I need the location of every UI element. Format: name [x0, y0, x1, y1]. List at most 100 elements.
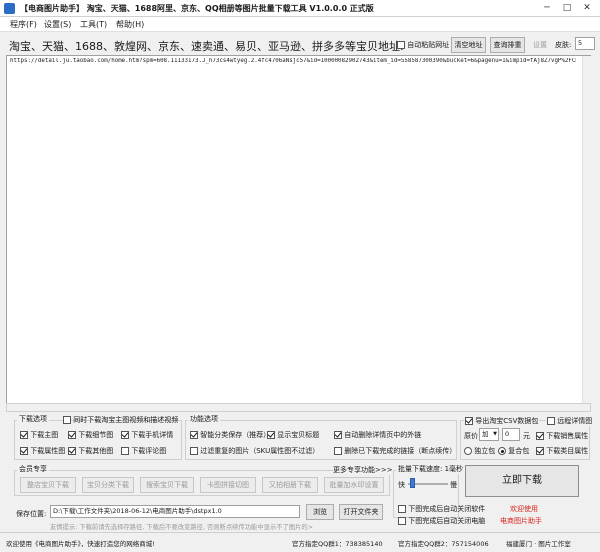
auto-paste-label: 自动粘贴网址	[407, 41, 450, 49]
combined-pack-radio[interactable]	[498, 447, 506, 455]
member-title: 会员专享	[17, 464, 49, 474]
fn-title-checkbox[interactable]	[267, 431, 275, 439]
member-watermark-button[interactable]: 批量加水印设置	[324, 477, 384, 493]
dedupe-button[interactable]: 查询排重	[490, 37, 525, 53]
menu-settings[interactable]: 设置(S)	[44, 19, 71, 30]
minimize-button[interactable]: ─	[540, 2, 554, 14]
status-bar: 欢迎使用《电商图片助手》，快速打造您的网络商城! 官方指定QQ群1：738385…	[0, 532, 600, 552]
fn-smart-checkbox[interactable]	[190, 431, 198, 439]
member-category-download-button[interactable]: 宝贝分类下载	[82, 477, 134, 493]
member-search-download-button[interactable]: 搜索宝贝下载	[140, 477, 194, 493]
dl-detail-checkbox[interactable]	[68, 431, 76, 439]
auto-shutdown-label: 下图完成后自动关闭电脑	[408, 517, 486, 525]
member-shop-download-button[interactable]: 整店宝贝下载	[20, 477, 76, 493]
dl-option-mobile[interactable]: 下载手机详情	[121, 430, 173, 440]
save-path-value: D:\下载\工作文件夹\2018-06-12\电商图片助手\dstpx1.0	[53, 507, 222, 515]
fn-option-delete-done[interactable]: 删除已下载完成的链接（断点续传）	[334, 446, 456, 456]
price-input[interactable]: 0	[502, 428, 520, 441]
menu-program[interactable]: 程序(F)	[10, 19, 37, 30]
horizontal-scrollbar[interactable]	[6, 403, 591, 412]
dl-detail-label: 下载细节图	[78, 431, 114, 439]
save-tip-text: 友情提示: 下载前请先选择存路径, 下载后不要改变路径, 否则断点续传功能中显示…	[50, 524, 313, 531]
member-stitch-button[interactable]: 卡图拼接切图	[200, 477, 256, 493]
category-attr-option[interactable]: 下载类目属性	[536, 446, 588, 456]
fn-option-remove-links[interactable]: 自动删除详情页中的外链	[334, 430, 421, 440]
csv-export-option[interactable]: 导出淘宝CSV数据包	[464, 416, 540, 426]
csv-export-checkbox[interactable]	[465, 417, 473, 425]
fn-delete-done-checkbox[interactable]	[334, 447, 342, 455]
price-label: 原价	[464, 432, 478, 440]
dl-review-checkbox[interactable]	[121, 447, 129, 455]
welcome-line2: 电商图片助手	[500, 517, 542, 525]
open-folder-button[interactable]: 打开文件夹	[339, 504, 383, 520]
title-bar: 【电商图片助手】 淘宝、天猫、1688阿里、京东、QQ相册等图片批量下载工具 V…	[0, 0, 600, 17]
auto-paste-checkbox[interactable]	[397, 41, 405, 49]
fn-option-smart[interactable]: 智能分类保存（推荐）	[190, 430, 270, 440]
clear-address-button[interactable]: 清空地址	[451, 37, 486, 53]
settings-button[interactable]: 设置	[533, 40, 547, 50]
auto-close-app-option[interactable]: 下图完成后自动关闭软件	[398, 504, 485, 514]
remote-detail-option[interactable]: 远程详情图	[546, 416, 594, 426]
fn-remove-links-checkbox[interactable]	[334, 431, 342, 439]
menu-help[interactable]: 帮助(H)	[116, 19, 144, 30]
status-qq2: 官方指定QQ群2：757154006	[398, 540, 489, 548]
url-textarea[interactable]: https://detail.ju.taobao.com/home.htm?sp…	[6, 55, 591, 405]
auto-close-app-label: 下图完成后自动关闭软件	[408, 505, 486, 513]
auto-shutdown-option[interactable]: 下图完成后自动关闭电脑	[398, 516, 485, 526]
sync-video-option[interactable]: 同时下载淘宝主图视频和描述视频	[63, 415, 178, 425]
price-op-value: 加	[482, 430, 489, 438]
app-icon	[4, 3, 15, 14]
speed-slider-thumb[interactable]	[409, 478, 415, 488]
menu-bar: 程序(F) 设置(S) 工具(T) 帮助(H)	[0, 17, 600, 32]
dl-review-label: 下载评论图	[131, 447, 167, 455]
price-unit: 元	[523, 432, 530, 440]
sales-attr-checkbox[interactable]	[536, 432, 544, 440]
single-pack-option[interactable]: 独立包	[464, 446, 495, 456]
speed-fast-label: 快	[398, 481, 405, 489]
category-attr-checkbox[interactable]	[536, 447, 544, 455]
more-features-link[interactable]: 更多专享功能>>>	[333, 465, 393, 475]
dl-mobile-checkbox[interactable]	[121, 431, 129, 439]
remote-detail-checkbox[interactable]	[547, 417, 555, 425]
combined-pack-option[interactable]: 复合包	[498, 446, 529, 456]
single-pack-label: 独立包	[474, 447, 496, 455]
speed-label: 批量下载速度: 1毫秒	[396, 464, 466, 474]
auto-shutdown-checkbox[interactable]	[398, 517, 406, 525]
dl-option-main[interactable]: 下载主图	[20, 430, 58, 440]
auto-close-app-checkbox[interactable]	[398, 505, 406, 513]
category-attr-label: 下载类目属性	[546, 447, 589, 455]
csv-export-label: 导出淘宝CSV数据包	[475, 417, 539, 425]
dl-option-other[interactable]: 下载其他图	[68, 446, 113, 456]
skin-spinner[interactable]: 5	[575, 37, 595, 50]
window-title: 【电商图片助手】 淘宝、天猫、1688阿里、京东、QQ相册等图片批量下载工具 V…	[20, 4, 374, 13]
status-qq1: 官方指定QQ群1：738385140	[292, 540, 383, 548]
maximize-button[interactable]: □	[560, 2, 574, 14]
dl-other-checkbox[interactable]	[68, 447, 76, 455]
download-options-title: 下载选项	[17, 414, 49, 424]
auto-paste-option[interactable]: 自动粘贴网址	[397, 40, 449, 50]
menu-tools[interactable]: 工具(T)	[80, 19, 107, 30]
sales-attr-option[interactable]: 下载销售属性	[536, 431, 588, 441]
price-op-select[interactable]: 加 ▼	[479, 428, 499, 441]
dl-option-attr[interactable]: 下载属性图	[20, 446, 65, 456]
fn-dedupe-checkbox[interactable]	[190, 447, 198, 455]
dl-attr-checkbox[interactable]	[20, 447, 28, 455]
chevron-down-icon: ▼	[493, 431, 497, 437]
member-album-download-button[interactable]: 又拍相册下载	[262, 477, 318, 493]
dl-attr-label: 下载属性图	[30, 447, 66, 455]
dl-option-detail[interactable]: 下载细节图	[68, 430, 113, 440]
dl-main-checkbox[interactable]	[20, 431, 28, 439]
sync-video-checkbox[interactable]	[63, 416, 71, 424]
close-button[interactable]: ✕	[580, 2, 594, 14]
vertical-scrollbar[interactable]	[582, 56, 591, 404]
start-download-button[interactable]: 立即下载	[465, 465, 579, 497]
browse-button[interactable]: 浏览	[306, 504, 334, 520]
single-pack-radio[interactable]	[464, 447, 472, 455]
fn-option-title[interactable]: 显示宝贝标题	[267, 430, 319, 440]
status-message: 欢迎使用《电商图片助手》，快速打造您的网络商城!	[6, 540, 155, 548]
dl-option-review[interactable]: 下载评论图	[121, 446, 166, 456]
sales-attr-label: 下载销售属性	[546, 432, 589, 440]
dl-main-label: 下载主图	[30, 431, 59, 439]
fn-option-dedupe[interactable]: 过滤重复的图片（SKU属性图不过滤）	[190, 446, 319, 456]
save-path-field[interactable]: D:\下载\工作文件夹\2018-06-12\电商图片助手\dstpx1.0	[50, 505, 300, 518]
